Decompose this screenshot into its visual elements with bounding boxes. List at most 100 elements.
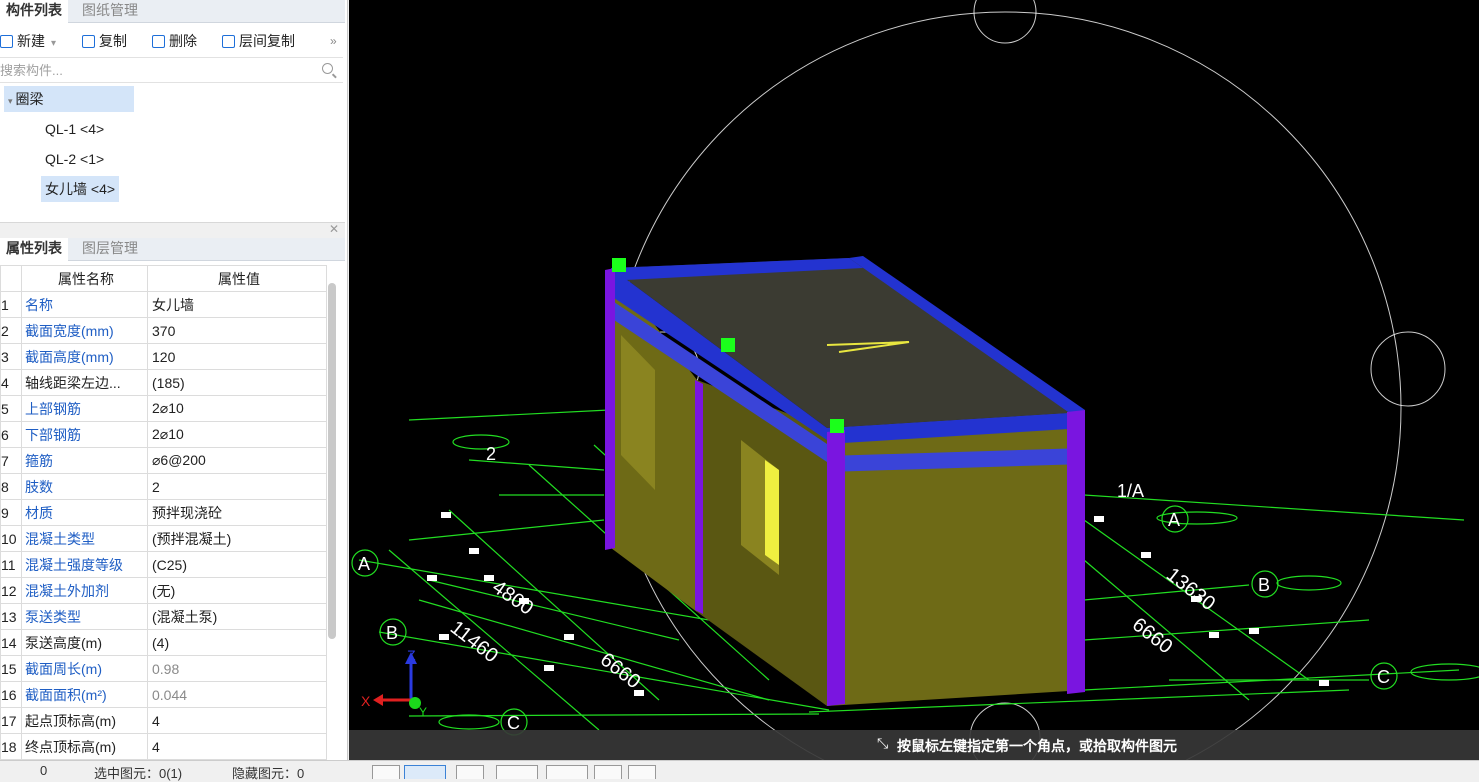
property-value[interactable]: (混凝土泵) [147,603,327,630]
property-value[interactable]: 4 [147,733,327,760]
property-row[interactable]: 4 轴线距梁左边... (185) [0,369,327,396]
property-row[interactable]: 1 名称 女儿墙 [0,291,327,318]
tree-category[interactable]: ▾ 圈梁 [4,86,134,112]
column-front-right[interactable] [1067,410,1085,694]
building-model[interactable] [605,256,1085,706]
property-row[interactable]: 9 材质 预拌现浇砼 [0,499,327,526]
property-value[interactable]: 4 [147,707,327,734]
property-row[interactable]: 16 截面面积(m²) 0.044 [0,681,327,708]
property-row[interactable]: 8 肢数 2 [0,473,327,500]
copy-label: 复制 [99,33,127,49]
property-value[interactable]: (预拌混凝土) [147,525,327,552]
column-front-left[interactable] [827,430,845,706]
model-canvas[interactable]: A B C A B C 1/A 2 4800 11460 6660 13630 … [349,0,1479,760]
property-row[interactable]: 5 上部钢筋 2⌀10 [0,395,327,422]
axis-label-1a: 1/A [1117,481,1144,501]
row-number: 10 [0,525,22,552]
column-mid[interactable] [695,380,703,614]
property-row[interactable]: 11 混凝土强度等级 (C25) [0,551,327,578]
property-row[interactable]: 7 箍筋 ⌀6@200 [0,447,327,474]
property-name: 箍筋 [21,447,148,474]
delete-button[interactable]: 删除 [152,31,197,51]
dimension-6660-left: 6660 [596,649,645,694]
property-value[interactable]: 女儿墙 [147,291,327,318]
floor-copy-button[interactable]: 层间复制 [222,31,295,51]
close-icon[interactable]: ✕ [329,222,339,236]
row-number: 18 [0,733,22,760]
property-name: 截面宽度(mm) [21,317,148,344]
expand-icon[interactable]: ▾ [8,96,13,106]
copy-button[interactable]: 复制 [82,31,127,51]
tab-layer-management[interactable]: 图层管理 [76,238,144,260]
property-name: 泵送类型 [21,603,148,630]
property-row[interactable]: 10 混凝土类型 (预拌混凝土) [0,525,327,552]
copy-icon [82,35,95,48]
property-row[interactable]: 17 起点顶标高(m) 4 [0,707,327,734]
row-number: 8 [0,473,22,500]
property-row[interactable]: 6 下部钢筋 2⌀10 [0,421,327,448]
property-header-row: 属性名称 属性值 [0,265,327,292]
property-value[interactable]: ⌀6@200 [147,447,327,474]
3d-viewport[interactable]: A B C A B C 1/A 2 4800 11460 6660 13630 … [349,0,1479,760]
search-input[interactable] [0,60,310,80]
property-row[interactable]: 12 混凝土外加剂 (无) [0,577,327,604]
dimension-11460: 11460 [446,617,502,668]
grip-handle[interactable] [830,419,844,433]
dimension-6660-right: 6660 [1128,614,1177,659]
property-name: 下部钢筋 [21,421,148,448]
property-value[interactable]: (C25) [147,551,327,578]
row-number: 16 [0,681,22,708]
search-bar [0,57,343,83]
property-name: 轴线距梁左边... [21,369,148,396]
row-number: 2 [0,317,22,344]
property-value[interactable]: 2⌀10 [147,395,327,422]
grip-handle[interactable] [721,338,735,352]
property-row[interactable]: 18 终点顶标高(m) 4 [0,733,327,760]
grip-handle[interactable] [612,258,626,272]
dimension-13630: 13630 [1162,564,1219,616]
property-value[interactable]: 370 [147,317,327,344]
hidden-count: 隐藏图元：0 [232,766,305,781]
header-no [0,265,22,292]
property-row[interactable]: 14 泵送高度(m) (4) [0,629,327,656]
tree-category-label: 圈梁 [15,91,44,107]
floor-copy-label: 层间复制 [239,33,295,49]
property-value[interactable]: 120 [147,343,327,370]
orbit-handle-right[interactable] [1370,331,1446,407]
property-value[interactable]: 0.044 [147,681,327,708]
axis-gizmo: Z X Y [361,647,427,719]
property-value[interactable]: 2⌀10 [147,421,327,448]
property-value[interactable]: 预拌现浇砼 [147,499,327,526]
component-tabbar: 构件列表 图纸管理 [0,0,345,24]
property-value[interactable]: (185) [147,369,327,396]
tab-property-list[interactable]: 属性列表 [0,238,68,262]
property-table: 属性名称 属性值 1 名称 女儿墙 2 截面宽度(mm) 370 3 截面高度(mm) 120 4… [0,265,327,760]
new-button[interactable]: 新建 ▾ [0,31,56,51]
column-back-left[interactable] [605,268,615,550]
chevron-down-icon[interactable]: ▾ [51,38,56,49]
tree-item-ql2[interactable]: QL-2 <1> [41,146,108,172]
tab-component-list[interactable]: 构件列表 [0,0,68,24]
property-name: 肢数 [21,473,148,500]
tab-drawing-management[interactable]: 图纸管理 [76,0,144,22]
tree-item-parapet[interactable]: 女儿墙 <4> [41,176,120,202]
property-value[interactable]: (无) [147,577,327,604]
property-scrollbar[interactable] [328,283,336,639]
row-number: 7 [0,447,22,474]
axis-label-a-left: A [358,554,370,574]
search-icon[interactable] [322,63,333,74]
axis-label-b-right: B [1258,575,1270,595]
orbit-handle-top[interactable] [973,0,1037,44]
property-name: 截面周长(m) [21,655,148,682]
property-row[interactable]: 13 泵送类型 (混凝土泵) [0,603,327,630]
property-name: 截面面积(m²) [21,681,148,708]
property-value[interactable]: 2 [147,473,327,500]
property-value[interactable]: 0.98 [147,655,327,682]
property-row[interactable]: 2 截面宽度(mm) 370 [0,317,327,344]
property-row[interactable]: 3 截面高度(mm) 120 [0,343,327,370]
property-value[interactable]: (4) [147,629,327,656]
status-message: 按鼠标左键指定第一个角点，或拾取构件图元 [897,738,1177,754]
more-button[interactable]: » [330,31,337,51]
tree-item-ql1[interactable]: QL-1 <4> [41,116,108,142]
property-row[interactable]: 15 截面周长(m) 0.98 [0,655,327,682]
